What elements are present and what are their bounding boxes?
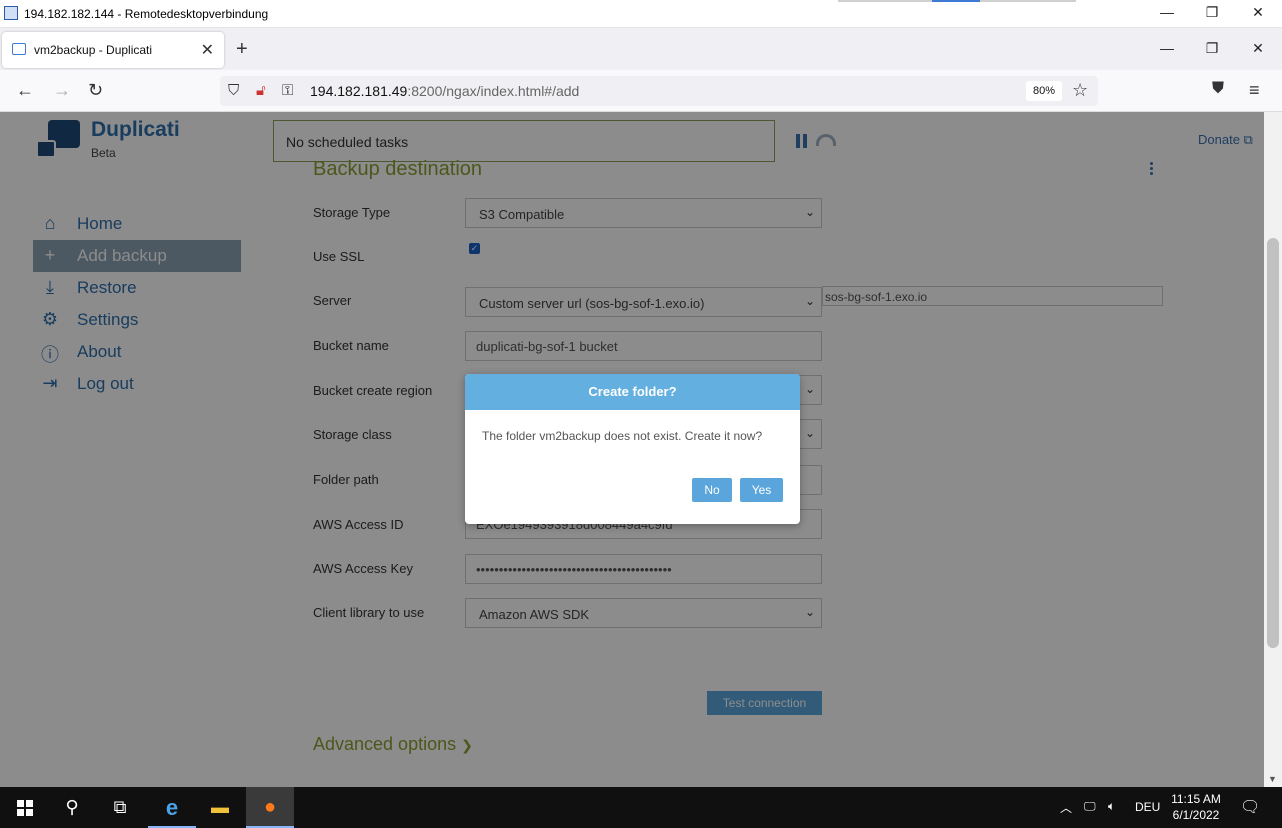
url-host: 194.182.181.49 xyxy=(310,83,408,99)
rdp-bar-decoration xyxy=(932,0,980,2)
input-language[interactable]: DEU xyxy=(1135,800,1160,814)
browser-nav-bar: ← → ↻ ⛉ 🔓︎ ⚿ 194.182.181.49:8200/ngax/in… xyxy=(0,70,1282,112)
create-folder-dialog: Create folder? The folder vm2backup does… xyxy=(465,374,800,524)
file-explorer-icon[interactable]: ▬ xyxy=(196,787,244,828)
volume-muted-icon[interactable]: 🔈︎ xyxy=(1108,799,1115,814)
url-text[interactable]: 194.182.181.49:8200/ngax/index.html#/add xyxy=(310,83,579,99)
taskbar-clock[interactable]: 11:15 AM 6/1/2022 xyxy=(1160,791,1232,823)
internet-explorer-icon[interactable]: e xyxy=(148,787,196,828)
scroll-down-arrow-icon[interactable]: ▼ xyxy=(1268,774,1277,784)
menu-icon[interactable]: ≡ xyxy=(1249,80,1260,101)
dialog-title: Create folder? xyxy=(465,374,800,410)
clock-time: 11:15 AM xyxy=(1171,792,1221,806)
tray-chevron-up-icon[interactable]: ︿ xyxy=(1060,799,1072,816)
tab-favicon-icon xyxy=(12,43,26,55)
windows-logo-icon xyxy=(17,800,33,816)
remote-desktop-icon xyxy=(4,6,18,20)
shield-icon[interactable]: ⛉ xyxy=(228,82,239,99)
no-button[interactable]: No xyxy=(692,478,732,502)
browser-tab-strip: vm2backup - Duplicati ✕ + — ❐ ✕ xyxy=(0,28,1282,70)
rdp-window-title: 194.182.182.144 - Remotedesktopverbindun… xyxy=(24,7,269,21)
task-view-icon[interactable]: ⧉ xyxy=(96,787,144,828)
zoom-level-badge[interactable]: 80% xyxy=(1026,81,1062,101)
rdp-bar-decoration xyxy=(838,0,932,2)
network-icon[interactable]: 🖵︎ xyxy=(1084,799,1096,814)
firefox-icon[interactable]: ● xyxy=(246,787,294,828)
key-icon[interactable]: ⚿ xyxy=(282,82,293,99)
tab-title: vm2backup - Duplicati xyxy=(34,43,153,57)
tab-close-icon[interactable]: ✕ xyxy=(201,40,214,60)
page-viewport: Duplicati Beta No scheduled tasks Donate… xyxy=(0,112,1282,787)
pocket-icon[interactable]: ⛊ xyxy=(1212,80,1224,98)
browser-minimize-button[interactable]: — xyxy=(1144,40,1190,56)
scrollbar-thumb[interactable] xyxy=(1267,238,1279,648)
rdp-minimize-button[interactable]: — xyxy=(1144,4,1190,20)
rdp-title-bar: 194.182.182.144 - Remotedesktopverbindun… xyxy=(0,0,1282,28)
browser-close-button[interactable]: ✕ xyxy=(1235,40,1281,57)
clock-date: 6/1/2022 xyxy=(1172,808,1220,822)
browser-restore-button[interactable]: ❐ xyxy=(1189,40,1235,57)
rdp-bar-decoration xyxy=(980,0,1076,2)
url-bar[interactable]: ⛉ 🔓︎ ⚿ 194.182.181.49:8200/ngax/index.ht… xyxy=(220,76,1098,106)
bookmark-star-icon[interactable]: ☆ xyxy=(1072,80,1088,101)
forward-arrow-icon[interactable]: → xyxy=(53,80,71,101)
windows-taskbar: ⚲ ⧉ e ▬ ● ︿ 🖵︎ 🔈︎ DEU 11:15 AM 6/1/2022 … xyxy=(0,787,1282,828)
rdp-restore-button[interactable]: ❐ xyxy=(1189,4,1235,21)
rdp-close-button[interactable]: ✕ xyxy=(1235,4,1281,21)
dialog-message: The folder vm2backup does not exist. Cre… xyxy=(482,429,763,443)
start-button[interactable] xyxy=(0,787,48,828)
insecure-lock-icon[interactable]: 🔓︎ xyxy=(256,82,266,99)
url-path: :8200/ngax/index.html#/add xyxy=(407,83,580,99)
page-scrollbar[interactable]: ▼ xyxy=(1264,112,1282,787)
back-arrow-icon[interactable]: ← xyxy=(16,80,34,101)
reload-icon[interactable]: ↻ xyxy=(88,80,103,101)
search-icon[interactable]: ⚲ xyxy=(48,787,96,828)
new-tab-button[interactable]: + xyxy=(236,38,248,61)
yes-button[interactable]: Yes xyxy=(740,478,783,502)
browser-tab[interactable]: vm2backup - Duplicati ✕ xyxy=(2,32,224,68)
notifications-icon[interactable]: 🗨︎ xyxy=(1240,797,1260,817)
